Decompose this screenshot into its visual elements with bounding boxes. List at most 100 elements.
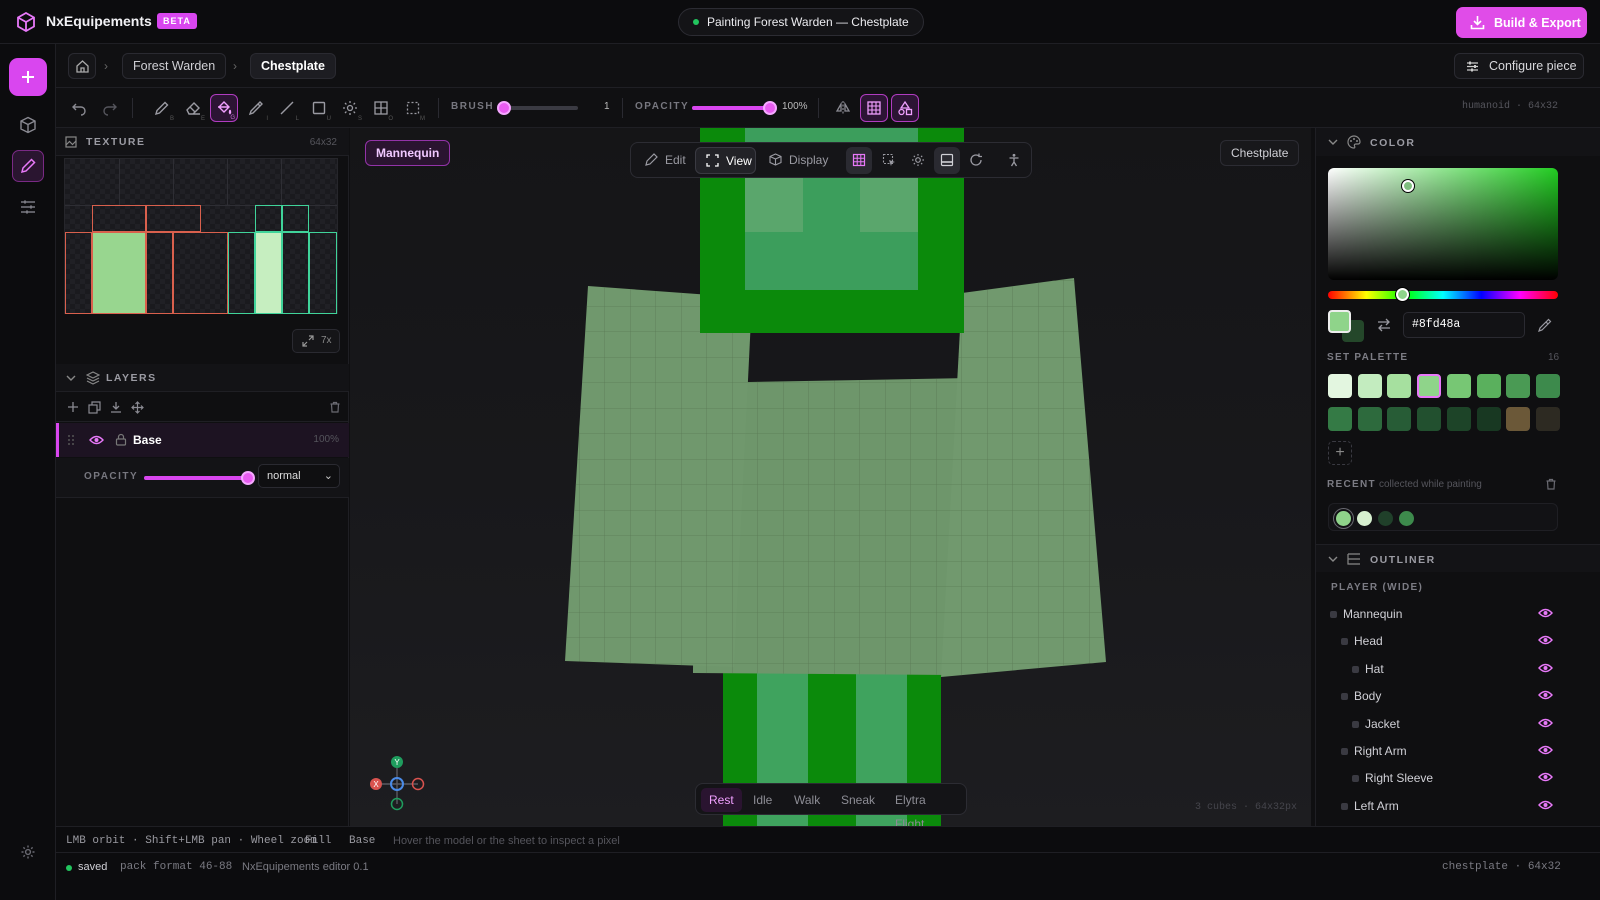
picker-handle[interactable] (1402, 180, 1414, 192)
outliner-item[interactable]: Head (1316, 627, 1600, 654)
rectangle-tool[interactable]: U (305, 94, 333, 122)
palette-swatch[interactable] (1446, 407, 1471, 431)
shade-tool[interactable]: S (336, 94, 364, 122)
palette-swatch[interactable] (1535, 407, 1560, 431)
redo-button[interactable] (96, 94, 124, 122)
mode-edit-button[interactable]: Edit (635, 147, 691, 174)
eye-icon[interactable] (1538, 634, 1553, 646)
rail-settings-sliders-button[interactable] (12, 191, 44, 223)
pose-sneak[interactable]: Sneak (833, 788, 883, 812)
palette-swatch[interactable] (1357, 407, 1382, 431)
outliner-item[interactable]: Right Arm (1316, 737, 1600, 764)
eyedropper-tool[interactable]: I (242, 94, 270, 122)
rail-models-button[interactable] (12, 109, 44, 141)
model-chip[interactable]: Mannequin (365, 140, 451, 166)
breadcrumb-item-piece[interactable]: Chestplate (250, 53, 336, 79)
model-canvas[interactable] (350, 128, 1311, 826)
axis-gizmo[interactable]: Y X (364, 754, 430, 812)
palette-swatch[interactable] (1328, 407, 1352, 431)
eye-icon[interactable] (1538, 771, 1553, 783)
lock-icon[interactable] (115, 433, 127, 446)
eye-icon[interactable] (1538, 744, 1553, 756)
viewport-grid-toggle[interactable] (846, 147, 872, 174)
palette-swatch[interactable] (1387, 374, 1412, 398)
merge-down-icon[interactable] (110, 401, 122, 413)
rail-paint-button[interactable] (12, 150, 44, 182)
pose-elytra-flight[interactable]: Elytra Flight (887, 788, 966, 826)
undo-button[interactable] (65, 94, 93, 122)
palette-swatch[interactable] (1357, 374, 1382, 398)
hue-handle[interactable] (1396, 288, 1409, 301)
add-swatch-button[interactable]: + (1328, 441, 1352, 465)
primary-color-swatch[interactable] (1328, 310, 1351, 333)
palette-swatch[interactable] (1476, 407, 1501, 431)
eye-icon[interactable] (89, 434, 104, 446)
palette-swatch[interactable] (1417, 374, 1442, 398)
new-button[interactable] (9, 58, 47, 96)
outliner-item[interactable]: Body (1316, 682, 1600, 709)
fill-tool[interactable]: G (210, 94, 238, 122)
outliner-item[interactable]: Hat (1316, 655, 1600, 682)
mirror-toggle[interactable] (829, 94, 857, 122)
swap-colors-icon[interactable] (1377, 318, 1391, 332)
slider-handle[interactable] (763, 101, 777, 115)
eyedropper-icon[interactable] (1538, 318, 1552, 332)
recent-color-swatch[interactable] (1357, 511, 1372, 526)
recent-color-swatch[interactable] (1399, 511, 1414, 526)
pose-walk[interactable]: Walk (786, 788, 828, 812)
palette-swatch[interactable] (1446, 374, 1471, 398)
configure-piece-button[interactable]: Configure piece (1454, 53, 1584, 79)
brush-size-slider[interactable] (497, 101, 578, 115)
layers-header[interactable]: LAYERS (56, 364, 349, 392)
outliner-item[interactable]: Mannequin (1316, 600, 1600, 627)
mode-view-button[interactable]: View (695, 147, 756, 174)
eraser-tool[interactable]: E (179, 94, 207, 122)
palette-swatch[interactable] (1535, 374, 1560, 398)
line-tool[interactable]: L (273, 94, 301, 122)
pose-idle[interactable]: Idle (745, 788, 780, 812)
pose-figure-button[interactable] (1001, 147, 1027, 174)
blend-mode-select[interactable]: normal ⌄ (258, 464, 340, 488)
piece-chip[interactable]: Chestplate (1220, 140, 1300, 166)
shapes-toggle[interactable] (891, 94, 919, 122)
outliner-item[interactable]: Right Sleeve (1316, 764, 1600, 791)
eye-icon[interactable] (1538, 662, 1553, 674)
recent-color-swatch[interactable] (1378, 511, 1393, 526)
rail-gear-button[interactable] (12, 836, 44, 868)
pencil-tool[interactable]: B (148, 94, 176, 122)
palette-swatch[interactable] (1506, 374, 1531, 398)
add-layer-icon[interactable] (67, 401, 79, 413)
slider-handle[interactable] (241, 471, 255, 485)
layer-opacity-slider[interactable] (144, 471, 255, 485)
mode-display-button[interactable]: Display (759, 147, 831, 174)
eye-icon[interactable] (1538, 689, 1553, 701)
marquee-tool[interactable]: M (399, 94, 427, 122)
hex-color-input[interactable]: #8fd48a (1403, 312, 1525, 338)
trash-icon[interactable] (329, 401, 341, 413)
color-header[interactable]: COLOR (1316, 128, 1600, 156)
viewport-lighting-toggle[interactable] (905, 147, 931, 174)
pose-rest[interactable]: Rest (701, 788, 742, 812)
move-icon[interactable] (131, 401, 144, 414)
slider-handle[interactable] (497, 101, 511, 115)
texture-zoom-button[interactable]: 7x (292, 329, 340, 353)
duplicate-layer-icon[interactable] (88, 401, 101, 414)
texture-sheet[interactable] (64, 158, 338, 314)
home-button[interactable] (68, 53, 96, 79)
viewport-floor-toggle[interactable] (934, 147, 960, 174)
build-export-button[interactable]: Build & Export (1456, 7, 1587, 38)
palette-swatch[interactable] (1476, 374, 1501, 398)
recent-color-swatch[interactable] (1336, 511, 1351, 526)
3d-viewport[interactable]: Mannequin Chestplate Edit View Display Y… (350, 128, 1311, 826)
palette-swatch[interactable] (1328, 374, 1352, 398)
saturation-value-picker[interactable] (1328, 168, 1558, 280)
opacity-slider[interactable] (692, 101, 777, 115)
outliner-header[interactable]: OUTLINER (1316, 544, 1600, 572)
overlay-grid-tool[interactable]: O (367, 94, 395, 122)
drag-handle-icon[interactable] (67, 434, 75, 446)
palette-swatch[interactable] (1387, 407, 1412, 431)
layer-row-base[interactable]: Base 100% (56, 423, 349, 457)
outliner-item[interactable]: Left Arm (1316, 792, 1600, 819)
eye-icon[interactable] (1538, 607, 1553, 619)
viewport-select-toggle[interactable] (876, 147, 902, 174)
